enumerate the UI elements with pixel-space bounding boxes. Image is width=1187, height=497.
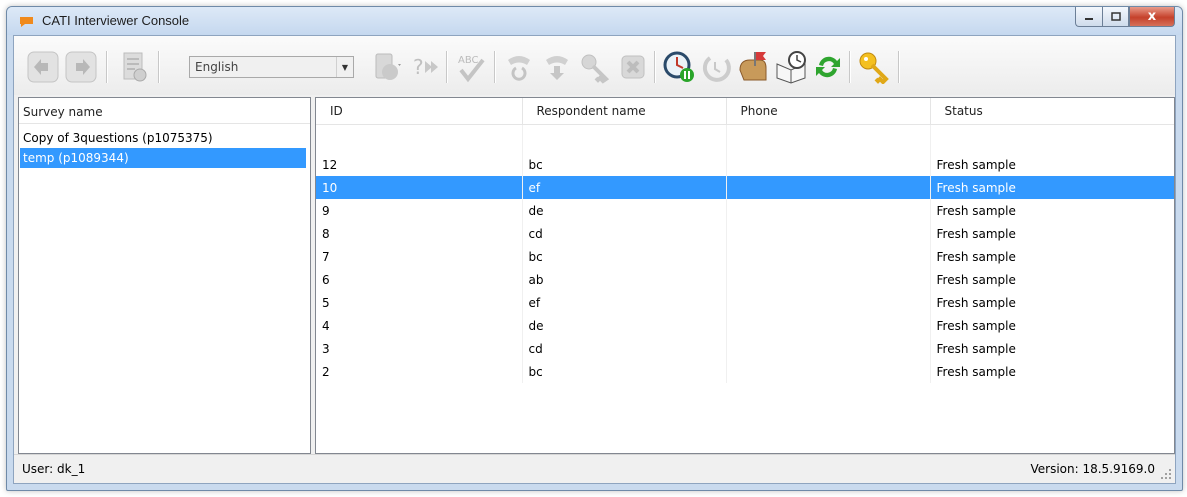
- call-history-icon[interactable]: [700, 50, 734, 84]
- pause-clock-icon[interactable]: [662, 50, 696, 84]
- empty-row: [316, 124, 1174, 153]
- cell-phone: [726, 176, 931, 199]
- survey-item[interactable]: Copy of 3questions (p1075375): [20, 128, 306, 148]
- cell-id: 8: [316, 222, 523, 245]
- status-user: User: dk_1: [22, 462, 86, 476]
- column-header-id[interactable]: ID: [316, 98, 523, 125]
- cell-respondent-name: ab: [522, 268, 727, 291]
- cell-status: Fresh sample: [930, 199, 1174, 222]
- skip-icon[interactable]: ?: [408, 50, 442, 84]
- cell-id: 5: [316, 291, 523, 314]
- back-arrow-icon[interactable]: [26, 50, 60, 84]
- cell-phone: [726, 245, 931, 268]
- cell-status: Fresh sample: [930, 268, 1174, 291]
- cell-id: 3: [316, 337, 523, 360]
- cell-phone: [726, 222, 931, 245]
- cell-phone: [726, 314, 931, 337]
- cell-respondent-name: bc: [522, 153, 727, 176]
- window-title: CATI Interviewer Console: [42, 13, 190, 28]
- table-row[interactable]: 6 ab Fresh sample: [316, 268, 1174, 291]
- respondent-table: ID Respondent name Phone Status 12 bc Fres…: [315, 97, 1175, 454]
- spellcheck-icon[interactable]: ABC: [454, 50, 488, 84]
- status-bar: User: dk_1 Version: 18.5.9169.0: [14, 454, 1175, 483]
- cell-status: Fresh sample: [930, 245, 1174, 268]
- forward-arrow-icon[interactable]: [64, 50, 98, 84]
- title-bar[interactable]: CATI Interviewer Console x: [7, 7, 1182, 35]
- maximize-button[interactable]: [1102, 7, 1129, 27]
- delete-icon[interactable]: [616, 50, 650, 84]
- table-row[interactable]: 10 ef Fresh sample: [316, 176, 1174, 199]
- hangup-phone-icon[interactable]: [540, 50, 574, 84]
- minimize-button[interactable]: [1075, 7, 1102, 27]
- cell-phone: [726, 153, 931, 176]
- cell-id: 9: [316, 199, 523, 222]
- cell-status: Fresh sample: [930, 153, 1174, 176]
- table-row[interactable]: 5 ef Fresh sample: [316, 291, 1174, 314]
- cell-status: Fresh sample: [930, 360, 1174, 383]
- refresh-icon[interactable]: [811, 50, 845, 84]
- survey-item[interactable]: temp (p1089344): [20, 148, 306, 168]
- resize-grip-icon[interactable]: [1160, 468, 1172, 480]
- svg-text:ABC: ABC: [458, 55, 479, 66]
- call-options-icon[interactable]: [370, 50, 404, 84]
- status-version: Version: 18.5.9169.0: [1030, 462, 1155, 476]
- table-row[interactable]: 2 bc Fresh sample: [316, 360, 1174, 383]
- cell-respondent-name: de: [522, 199, 727, 222]
- table-row[interactable]: 9 de Fresh sample: [316, 199, 1174, 222]
- maximize-icon: [1110, 12, 1121, 21]
- cell-respondent-name: de: [522, 314, 727, 337]
- survey-list: Survey name Copy of 3questions (p1075375…: [18, 97, 311, 454]
- table-row[interactable]: 4 de Fresh sample: [316, 314, 1174, 337]
- cell-respondent-name: cd: [522, 222, 727, 245]
- cell-status: Fresh sample: [930, 222, 1174, 245]
- survey-name-header[interactable]: Survey name: [19, 98, 310, 124]
- minimize-icon: [1085, 17, 1093, 20]
- chat-bubble-app-icon: [20, 17, 33, 27]
- cell-phone: [726, 199, 931, 222]
- cell-id: 12: [316, 153, 523, 176]
- cell-id: 2: [316, 360, 523, 383]
- table-row[interactable]: 7 bc Fresh sample: [316, 245, 1174, 268]
- cell-status: Fresh sample: [930, 337, 1174, 360]
- column-header-status[interactable]: Status: [930, 98, 1174, 125]
- toolbar: English ▼ ? ABC: [14, 36, 1175, 95]
- cell-respondent-name: bc: [522, 360, 727, 383]
- cell-respondent-name: ef: [522, 291, 727, 314]
- table-row[interactable]: 8 cd Fresh sample: [316, 222, 1174, 245]
- cell-phone: [726, 268, 931, 291]
- cell-phone: [726, 337, 931, 360]
- scheduled-list-icon[interactable]: [116, 50, 150, 84]
- cell-status: Fresh sample: [930, 291, 1174, 314]
- column-header-respondent-name[interactable]: Respondent name: [522, 98, 727, 125]
- cell-id: 7: [316, 245, 523, 268]
- close-icon: x: [1147, 9, 1157, 24]
- appointment-book-icon[interactable]: [774, 50, 808, 84]
- redial-phone-icon[interactable]: [502, 50, 536, 84]
- cell-phone: [726, 291, 931, 314]
- key-disabled-icon[interactable]: [578, 50, 612, 84]
- cell-status: Fresh sample: [930, 176, 1174, 199]
- language-value: English: [195, 60, 239, 74]
- cell-id: 6: [316, 268, 523, 291]
- table-header-row: ID Respondent name Phone Status: [316, 98, 1174, 125]
- cell-status: Fresh sample: [930, 314, 1174, 337]
- cell-respondent-name: ef: [522, 176, 727, 199]
- table-row[interactable]: 12 bc Fresh sample: [316, 153, 1174, 176]
- cell-respondent-name: cd: [522, 337, 727, 360]
- cell-respondent-name: bc: [522, 245, 727, 268]
- cell-phone: [726, 360, 931, 383]
- table-row[interactable]: 3 cd Fresh sample: [316, 337, 1174, 360]
- cell-id: 10: [316, 176, 523, 199]
- app-window: CATI Interviewer Console x English ▼ ? A…: [6, 6, 1183, 491]
- mailbox-flag-icon[interactable]: [736, 50, 770, 84]
- key-login-icon[interactable]: [857, 50, 891, 85]
- close-button[interactable]: x: [1129, 7, 1175, 27]
- language-select[interactable]: English ▼: [189, 56, 354, 78]
- cell-id: 4: [316, 314, 523, 337]
- chevron-down-icon: ▼: [336, 57, 353, 77]
- column-header-phone[interactable]: Phone: [726, 98, 931, 125]
- svg-text:?: ?: [413, 55, 424, 79]
